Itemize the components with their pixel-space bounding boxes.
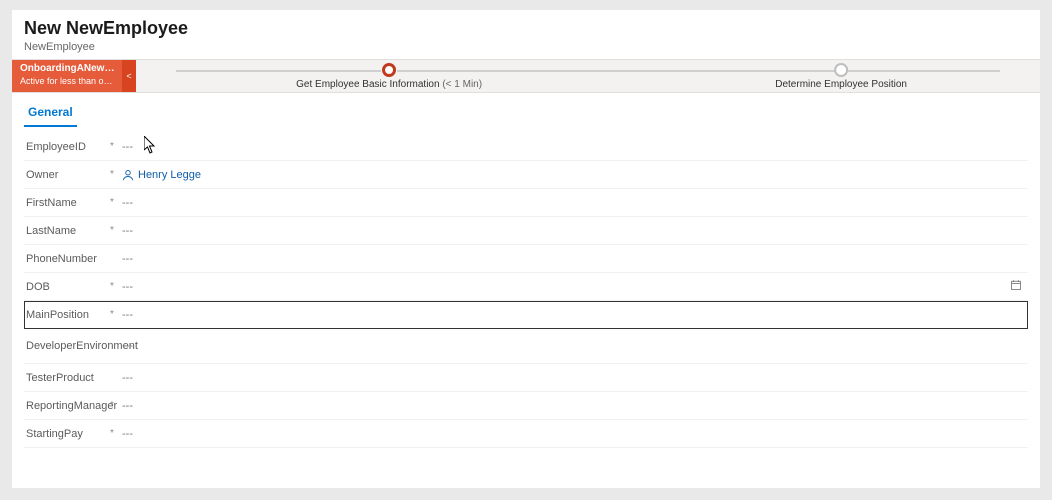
field-value[interactable]: --- <box>118 428 1004 440</box>
field-developerenvironment[interactable]: DeveloperEnvironment --- <box>24 329 1028 364</box>
field-owner[interactable]: Owner * Henry Legge <box>24 161 1028 189</box>
field-label: StartingPay <box>24 428 106 440</box>
bpf-stage-time: (< 1 Min) <box>442 79 482 90</box>
field-label: Owner <box>24 169 106 181</box>
field-firstname[interactable]: FirstName * --- <box>24 189 1028 217</box>
field-lastname[interactable]: LastName * --- <box>24 217 1028 245</box>
field-value[interactable]: --- <box>118 372 1004 384</box>
required-mark: * <box>106 141 118 152</box>
tab-general[interactable]: General <box>24 99 77 127</box>
bpf-stage-label: Get Employee Basic Information <box>296 79 439 90</box>
required-mark: * <box>106 225 118 236</box>
field-value[interactable]: --- <box>118 141 1004 153</box>
bpf-stage-position[interactable]: Determine Employee Position <box>775 60 907 90</box>
required-mark: * <box>106 428 118 439</box>
field-value[interactable]: --- <box>118 281 1004 293</box>
field-value[interactable]: --- <box>118 309 1004 321</box>
required-mark: * <box>106 169 118 180</box>
entity-subtitle: NewEmployee <box>24 41 1028 53</box>
field-label: FirstName <box>24 197 106 209</box>
field-value[interactable]: Henry Legge <box>118 169 1004 181</box>
tab-strip: General <box>12 93 1040 127</box>
field-phonenumber[interactable]: PhoneNumber --- <box>24 245 1028 273</box>
chevron-left-icon: < <box>126 71 131 81</box>
bpf-stage-label: Determine Employee Position <box>775 79 907 90</box>
bpf-flag[interactable]: OnboardingANewEmplo... Active for less t… <box>12 60 136 92</box>
calendar-icon <box>1010 279 1022 291</box>
field-value[interactable]: --- <box>118 340 1004 352</box>
calendar-button[interactable] <box>1004 279 1028 294</box>
bpf-flag-subtitle: Active for less than one mi... <box>20 75 116 88</box>
field-mainposition[interactable]: MainPosition * --- <box>24 301 1028 329</box>
person-icon <box>122 169 134 181</box>
bpf-collapse-button[interactable]: < <box>122 60 136 92</box>
field-label: PhoneNumber <box>24 253 106 265</box>
bpf-flag-title: OnboardingANewEmplo... <box>20 62 116 75</box>
bpf-stage-basic-info[interactable]: Get Employee Basic Information (< 1 Min) <box>296 60 482 90</box>
field-label: EmployeeID <box>24 141 106 153</box>
page-title: New NewEmployee <box>24 18 1028 39</box>
required-mark: * <box>106 309 118 320</box>
field-value[interactable]: --- <box>118 400 1004 412</box>
required-mark: * <box>106 281 118 292</box>
field-reportingmanager[interactable]: ReportingManager * --- <box>24 392 1028 420</box>
bpf-bar: OnboardingANewEmplo... Active for less t… <box>12 59 1040 93</box>
owner-lookup-link[interactable]: Henry Legge <box>138 169 201 181</box>
field-value[interactable]: --- <box>118 197 1004 209</box>
field-label: ReportingManager <box>24 400 106 412</box>
field-label: LastName <box>24 225 106 237</box>
field-testerproduct[interactable]: TesterProduct --- <box>24 364 1028 392</box>
bpf-node-icon <box>382 63 396 77</box>
field-employeeid[interactable]: EmployeeID * --- <box>24 133 1028 161</box>
field-value[interactable]: --- <box>118 225 1004 237</box>
field-label: TesterProduct <box>24 372 106 384</box>
field-label: DOB <box>24 281 106 293</box>
bpf-stages: Get Employee Basic Information (< 1 Min)… <box>136 60 1040 92</box>
form-area: EmployeeID * --- Owner * Henry Legge <box>12 127 1040 488</box>
required-mark: * <box>106 400 118 411</box>
bpf-node-icon <box>834 63 848 77</box>
field-label: MainPosition <box>24 309 106 321</box>
field-label: DeveloperEnvironment <box>24 340 106 352</box>
required-mark: * <box>106 197 118 208</box>
field-value[interactable]: --- <box>118 253 1004 265</box>
bpf-flag-body: OnboardingANewEmplo... Active for less t… <box>12 60 122 92</box>
field-dob[interactable]: DOB * --- <box>24 273 1028 301</box>
field-startingpay[interactable]: StartingPay * --- <box>24 420 1028 448</box>
